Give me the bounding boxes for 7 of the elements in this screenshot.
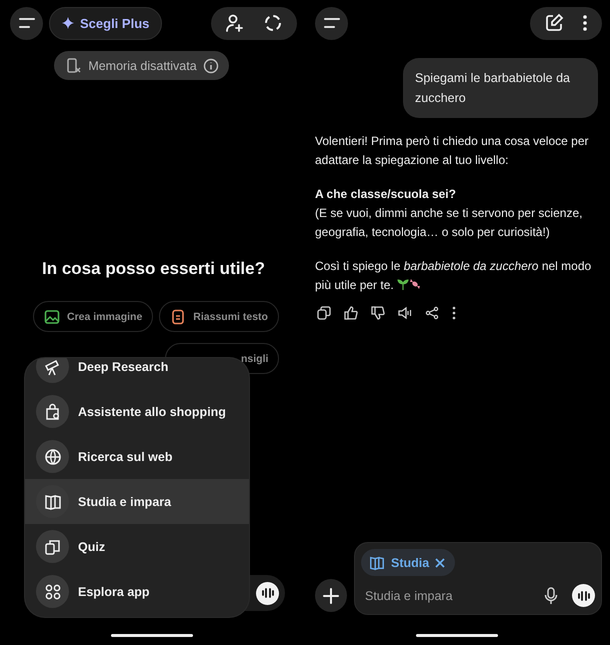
reply-paragraph: Così ti spiego le barbabietole da zucchero nel modo più utile per te. — [315, 258, 592, 294]
reply-paragraph: A che classe/scuola sei? (E se vuoi, dimmi anche se ti servono per scienze, geografia, tecnologia… o solo per curiosità!) — [315, 186, 584, 241]
reply-paragraph: Volentieri! Prima però ti chiedo una cosa veloce per adattare la spiegazione al tuo livello: — [315, 133, 590, 169]
greeting-heading: In cosa posso esserti utile? — [41, 259, 266, 279]
tool-chip-label: Studia — [391, 556, 430, 570]
memory-status-text: Memoria disattivata — [88, 58, 197, 72]
user-message: Spiegami le barbabietole da zucchero — [403, 58, 598, 118]
